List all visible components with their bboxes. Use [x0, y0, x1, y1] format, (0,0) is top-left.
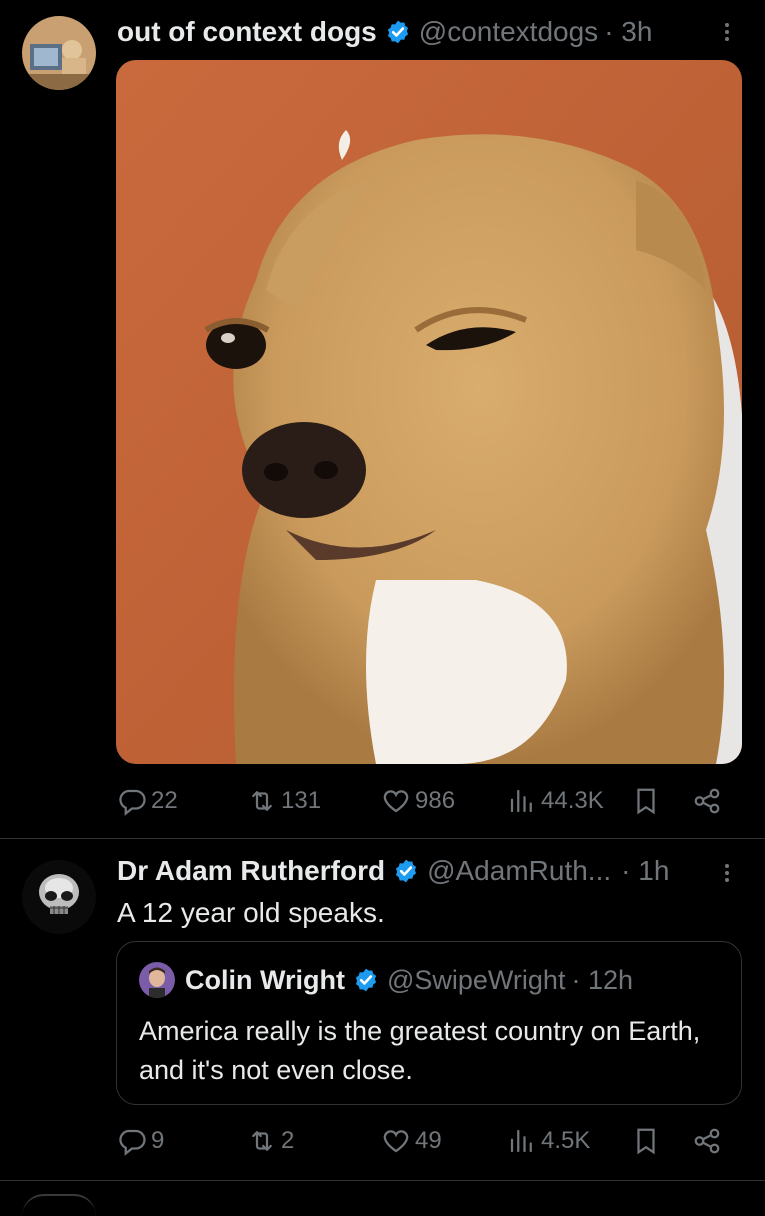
share-button[interactable]	[692, 781, 726, 821]
views-button[interactable]: 44.3K	[507, 781, 604, 821]
heart-icon	[383, 1130, 409, 1153]
reply-icon	[119, 789, 146, 816]
repost-count: 2	[281, 1127, 295, 1154]
views-button[interactable]: 4.5K	[507, 1121, 590, 1161]
quoted-tweet-time[interactable]: · 12h	[571, 965, 633, 996]
tweet-actions: 22 131 986 44.3K	[117, 781, 727, 821]
repost-icon	[252, 791, 272, 811]
views-chart-icon	[510, 789, 532, 813]
author-handle[interactable]: @contextdogs	[419, 16, 598, 48]
repost-icon	[252, 1131, 272, 1151]
reply-count: 22	[151, 787, 178, 814]
share-icon	[694, 788, 720, 814]
bookmark-icon	[637, 788, 655, 815]
like-count: 49	[415, 1127, 442, 1154]
share-icon	[694, 1128, 720, 1154]
tweet-text: A 12 year old speaks.	[117, 897, 385, 928]
bookmark-icon	[637, 1128, 655, 1155]
next-tweet-avatar-edge	[22, 1194, 96, 1216]
tweet-header: Dr Adam Rutherford @AdamRuth... · 1h	[117, 851, 669, 891]
verified-badge-icon	[387, 20, 408, 44]
quoted-tweet[interactable]: Colin Wright @SwipeWright · 12h America …	[116, 941, 742, 1105]
quoted-tweet-header: Colin Wright @SwipeWright · 12h	[139, 962, 633, 998]
avatar[interactable]	[22, 860, 96, 934]
bookmark-button[interactable]	[631, 781, 665, 821]
more-options-icon[interactable]	[725, 861, 731, 885]
reply-button[interactable]: 22	[117, 781, 178, 821]
quoted-author-name[interactable]: Colin Wright	[185, 965, 345, 996]
tweet-header: out of context dogs @contextdogs · 3h	[117, 12, 652, 52]
author-name[interactable]: Dr Adam Rutherford	[117, 855, 385, 887]
repost-count: 131	[281, 787, 322, 814]
tweet-time[interactable]: · 3h	[604, 16, 652, 48]
tweet-image[interactable]	[116, 60, 742, 764]
views-chart-icon	[510, 1129, 532, 1153]
tweet-divider	[0, 1180, 765, 1181]
author-handle[interactable]: @AdamRuth...	[427, 855, 611, 887]
tweet-actions: 9 2 49 4.5K	[117, 1121, 727, 1161]
quoted-tweet-text: America really is the greatest country o…	[139, 1016, 701, 1085]
quoted-author-handle[interactable]: @SwipeWright	[387, 965, 565, 996]
share-button[interactable]	[692, 1121, 726, 1161]
verified-badge-icon	[396, 859, 417, 883]
quoted-avatar[interactable]	[139, 962, 175, 998]
views-count: 4.5K	[541, 1127, 591, 1154]
heart-icon	[383, 790, 409, 813]
reply-count: 9	[151, 1127, 165, 1154]
like-count: 986	[415, 787, 456, 814]
more-options-icon[interactable]	[725, 20, 731, 44]
avatar[interactable]	[22, 16, 96, 90]
bookmark-button[interactable]	[631, 1121, 665, 1161]
like-button[interactable]: 49	[381, 1121, 442, 1161]
verified-badge-icon	[355, 968, 377, 992]
author-name[interactable]: out of context dogs	[117, 16, 377, 48]
tweet-time[interactable]: · 1h	[621, 855, 669, 887]
reply-button[interactable]: 9	[117, 1121, 164, 1161]
like-button[interactable]: 986	[381, 781, 455, 821]
repost-button[interactable]: 131	[247, 781, 321, 821]
views-count: 44.3K	[541, 787, 604, 814]
reply-icon	[119, 1129, 146, 1156]
tweet-out-of-context-dogs[interactable]: out of context dogs @contextdogs · 3h 22…	[0, 0, 765, 838]
repost-button[interactable]: 2	[247, 1121, 294, 1161]
